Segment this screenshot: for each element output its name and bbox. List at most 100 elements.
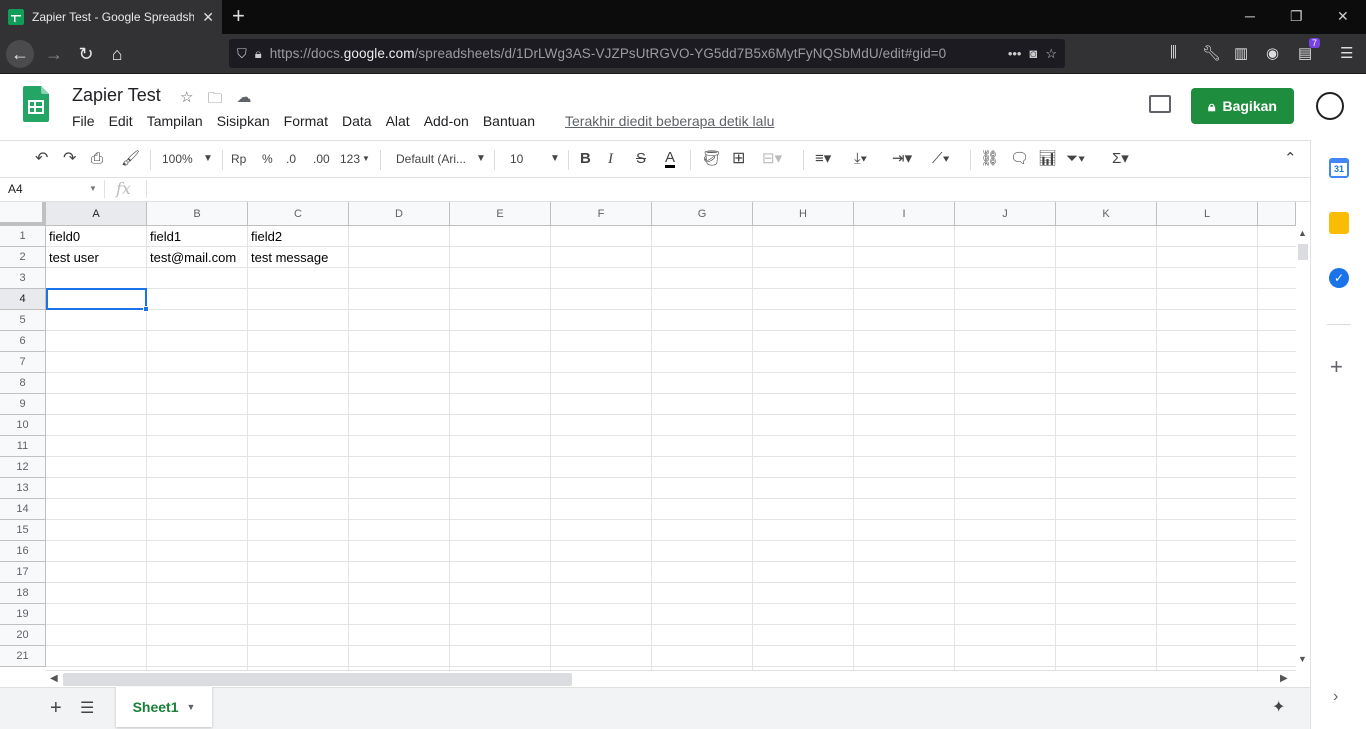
row-header[interactable]: 18 (0, 583, 46, 604)
name-box[interactable]: A4 (8, 182, 23, 196)
menu-file[interactable]: File (72, 113, 102, 129)
row-header[interactable]: 15 (0, 520, 46, 541)
chevron-down-icon[interactable]: ▼ (476, 150, 486, 168)
row-header[interactable]: 9 (0, 394, 46, 415)
row-header[interactable]: 12 (0, 457, 46, 478)
menu-view[interactable]: Tampilan (147, 113, 210, 129)
chevron-down-icon[interactable]: ▼ (550, 150, 560, 168)
explore-icon[interactable]: ✦ (1272, 697, 1285, 717)
column-header[interactable]: A (46, 202, 147, 226)
row-header[interactable]: 13 (0, 478, 46, 499)
strikethrough-button[interactable]: S (636, 150, 646, 168)
row-header[interactable]: 5 (0, 310, 46, 331)
row-header[interactable]: 11 (0, 436, 46, 457)
filter-icon[interactable]: ⏷▾ (1066, 150, 1085, 168)
active-cell-selection[interactable] (46, 288, 147, 310)
scroll-down-icon[interactable]: ▼ (1298, 654, 1307, 664)
account-icon[interactable]: ◉ (1266, 44, 1279, 62)
decrease-decimal-button[interactable]: .0 (286, 150, 296, 168)
column-header[interactable]: G (652, 202, 753, 226)
document-title[interactable]: Zapier Test (72, 85, 161, 106)
new-tab-icon[interactable]: + (232, 4, 245, 28)
horizontal-scroll-thumb[interactable] (63, 673, 572, 686)
fill-color-icon[interactable]: 🪣︎ (702, 150, 721, 168)
align-vertical-icon[interactable]: ⤓▾ (854, 150, 867, 168)
sidebar-icon[interactable]: ▥ (1234, 44, 1248, 62)
chevron-down-icon[interactable]: ▼ (203, 150, 213, 168)
wrench-icon[interactable]: 🔧︎ (1202, 44, 1221, 62)
menu-insert[interactable]: Sisipkan (217, 113, 277, 129)
row-header[interactable]: 8 (0, 373, 46, 394)
get-addons-icon[interactable]: + (1330, 354, 1343, 380)
calendar-icon[interactable]: 31 (1329, 158, 1349, 178)
move-folder-icon[interactable]: 🗀 (207, 88, 222, 113)
row-header[interactable]: 14 (0, 499, 46, 520)
spreadsheet-grid[interactable]: A B C D E F G H I J K L 1 2 3 4 5 6 7 8 … (0, 202, 1296, 670)
font-select[interactable]: Default (Ari... (396, 150, 466, 168)
menu-tools[interactable]: Alat (386, 113, 417, 129)
column-header[interactable]: E (450, 202, 551, 226)
align-horizontal-icon[interactable]: ≡▾ (815, 150, 831, 168)
chevron-down-icon[interactable]: ▼ (89, 184, 97, 193)
text-color-button[interactable]: A (665, 150, 676, 168)
chevron-down-icon[interactable]: ▼ (362, 150, 370, 168)
column-header[interactable] (1258, 202, 1296, 226)
menu-edit[interactable]: Edit (109, 113, 140, 129)
cell-b2[interactable]: test@mail.com (147, 247, 236, 268)
cell-a2[interactable]: test user (46, 247, 99, 268)
column-header[interactable]: C (248, 202, 349, 226)
fill-handle[interactable] (143, 306, 149, 312)
insert-chart-icon[interactable]: 📊︎ (1038, 150, 1057, 168)
more-formats-button[interactable]: 123 (340, 150, 360, 168)
restore-icon[interactable]: ❐ (1290, 8, 1303, 25)
text-rotation-icon[interactable]: ⟋▾ (932, 150, 950, 168)
add-sheet-icon[interactable]: + (50, 697, 62, 720)
cell-a1[interactable]: field0 (46, 226, 80, 247)
collapse-toolbar-icon[interactable]: ⌃ (1284, 150, 1297, 168)
forward-icon[interactable]: → (40, 40, 68, 68)
close-tab-icon[interactable]: ✕ (202, 9, 214, 26)
row-header[interactable]: 16 (0, 541, 46, 562)
paint-format-icon[interactable]: 🖌︎ (121, 150, 140, 168)
pocket-icon[interactable]: ◙ (1029, 46, 1037, 61)
insert-comment-icon[interactable]: 🗨︎ (1010, 150, 1029, 168)
expand-panel-icon[interactable]: › (1333, 688, 1338, 706)
menu-format[interactable]: Format (284, 113, 335, 129)
hamburger-menu-icon[interactable]: ☰ (1340, 44, 1353, 62)
column-header[interactable]: F (551, 202, 652, 226)
row-header[interactable]: 19 (0, 604, 46, 625)
more-actions-icon[interactable]: ••• (1008, 46, 1022, 61)
cell-b1[interactable]: field1 (147, 226, 181, 247)
column-header[interactable]: K (1056, 202, 1157, 226)
library-icon[interactable]: ⫼ (1170, 44, 1177, 61)
font-size-select[interactable]: 10 (510, 150, 523, 168)
text-wrap-icon[interactable]: ⇥▾ (892, 150, 912, 168)
insert-link-icon[interactable]: ⛓︎ (980, 150, 999, 168)
row-header[interactable]: 7 (0, 352, 46, 373)
scroll-left-icon[interactable]: ◀ (50, 673, 58, 684)
print-icon[interactable]: ⎙ (91, 150, 103, 168)
url-text[interactable]: https://docs.google.com/spreadsheets/d/1… (270, 46, 1000, 61)
row-header[interactable]: 10 (0, 415, 46, 436)
column-header[interactable]: B (147, 202, 248, 226)
browser-tab-active[interactable]: Zapier Test - Google Spreadsheets ✕ (0, 0, 222, 34)
scroll-right-icon[interactable]: ▶ (1280, 673, 1288, 684)
home-icon[interactable]: ⌂ (103, 40, 131, 68)
lock-icon[interactable]: 🔒︎ (255, 46, 262, 62)
percent-format-button[interactable]: % (262, 150, 273, 168)
row-header[interactable]: 20 (0, 625, 46, 646)
bookmark-star-icon[interactable]: ☆ (1045, 46, 1057, 62)
bold-button[interactable]: B (580, 150, 591, 168)
back-icon[interactable]: ← (6, 40, 34, 68)
column-header[interactable]: D (349, 202, 450, 226)
reload-icon[interactable]: ↻ (72, 40, 100, 68)
row-header[interactable]: 4 (0, 289, 46, 310)
all-sheets-icon[interactable]: ☰ (80, 698, 94, 718)
menu-help[interactable]: Bantuan (483, 113, 542, 129)
tasks-icon[interactable]: ✓ (1329, 268, 1349, 288)
menu-addons[interactable]: Add-on (424, 113, 476, 129)
url-bar[interactable]: ⛉ 🔒︎ https://docs.google.com/spreadsheet… (229, 39, 1065, 68)
minimize-icon[interactable]: ─ (1245, 8, 1255, 24)
column-header[interactable]: I (854, 202, 955, 226)
sheet-tab-sheet1[interactable]: Sheet1 ▼ (116, 687, 212, 727)
